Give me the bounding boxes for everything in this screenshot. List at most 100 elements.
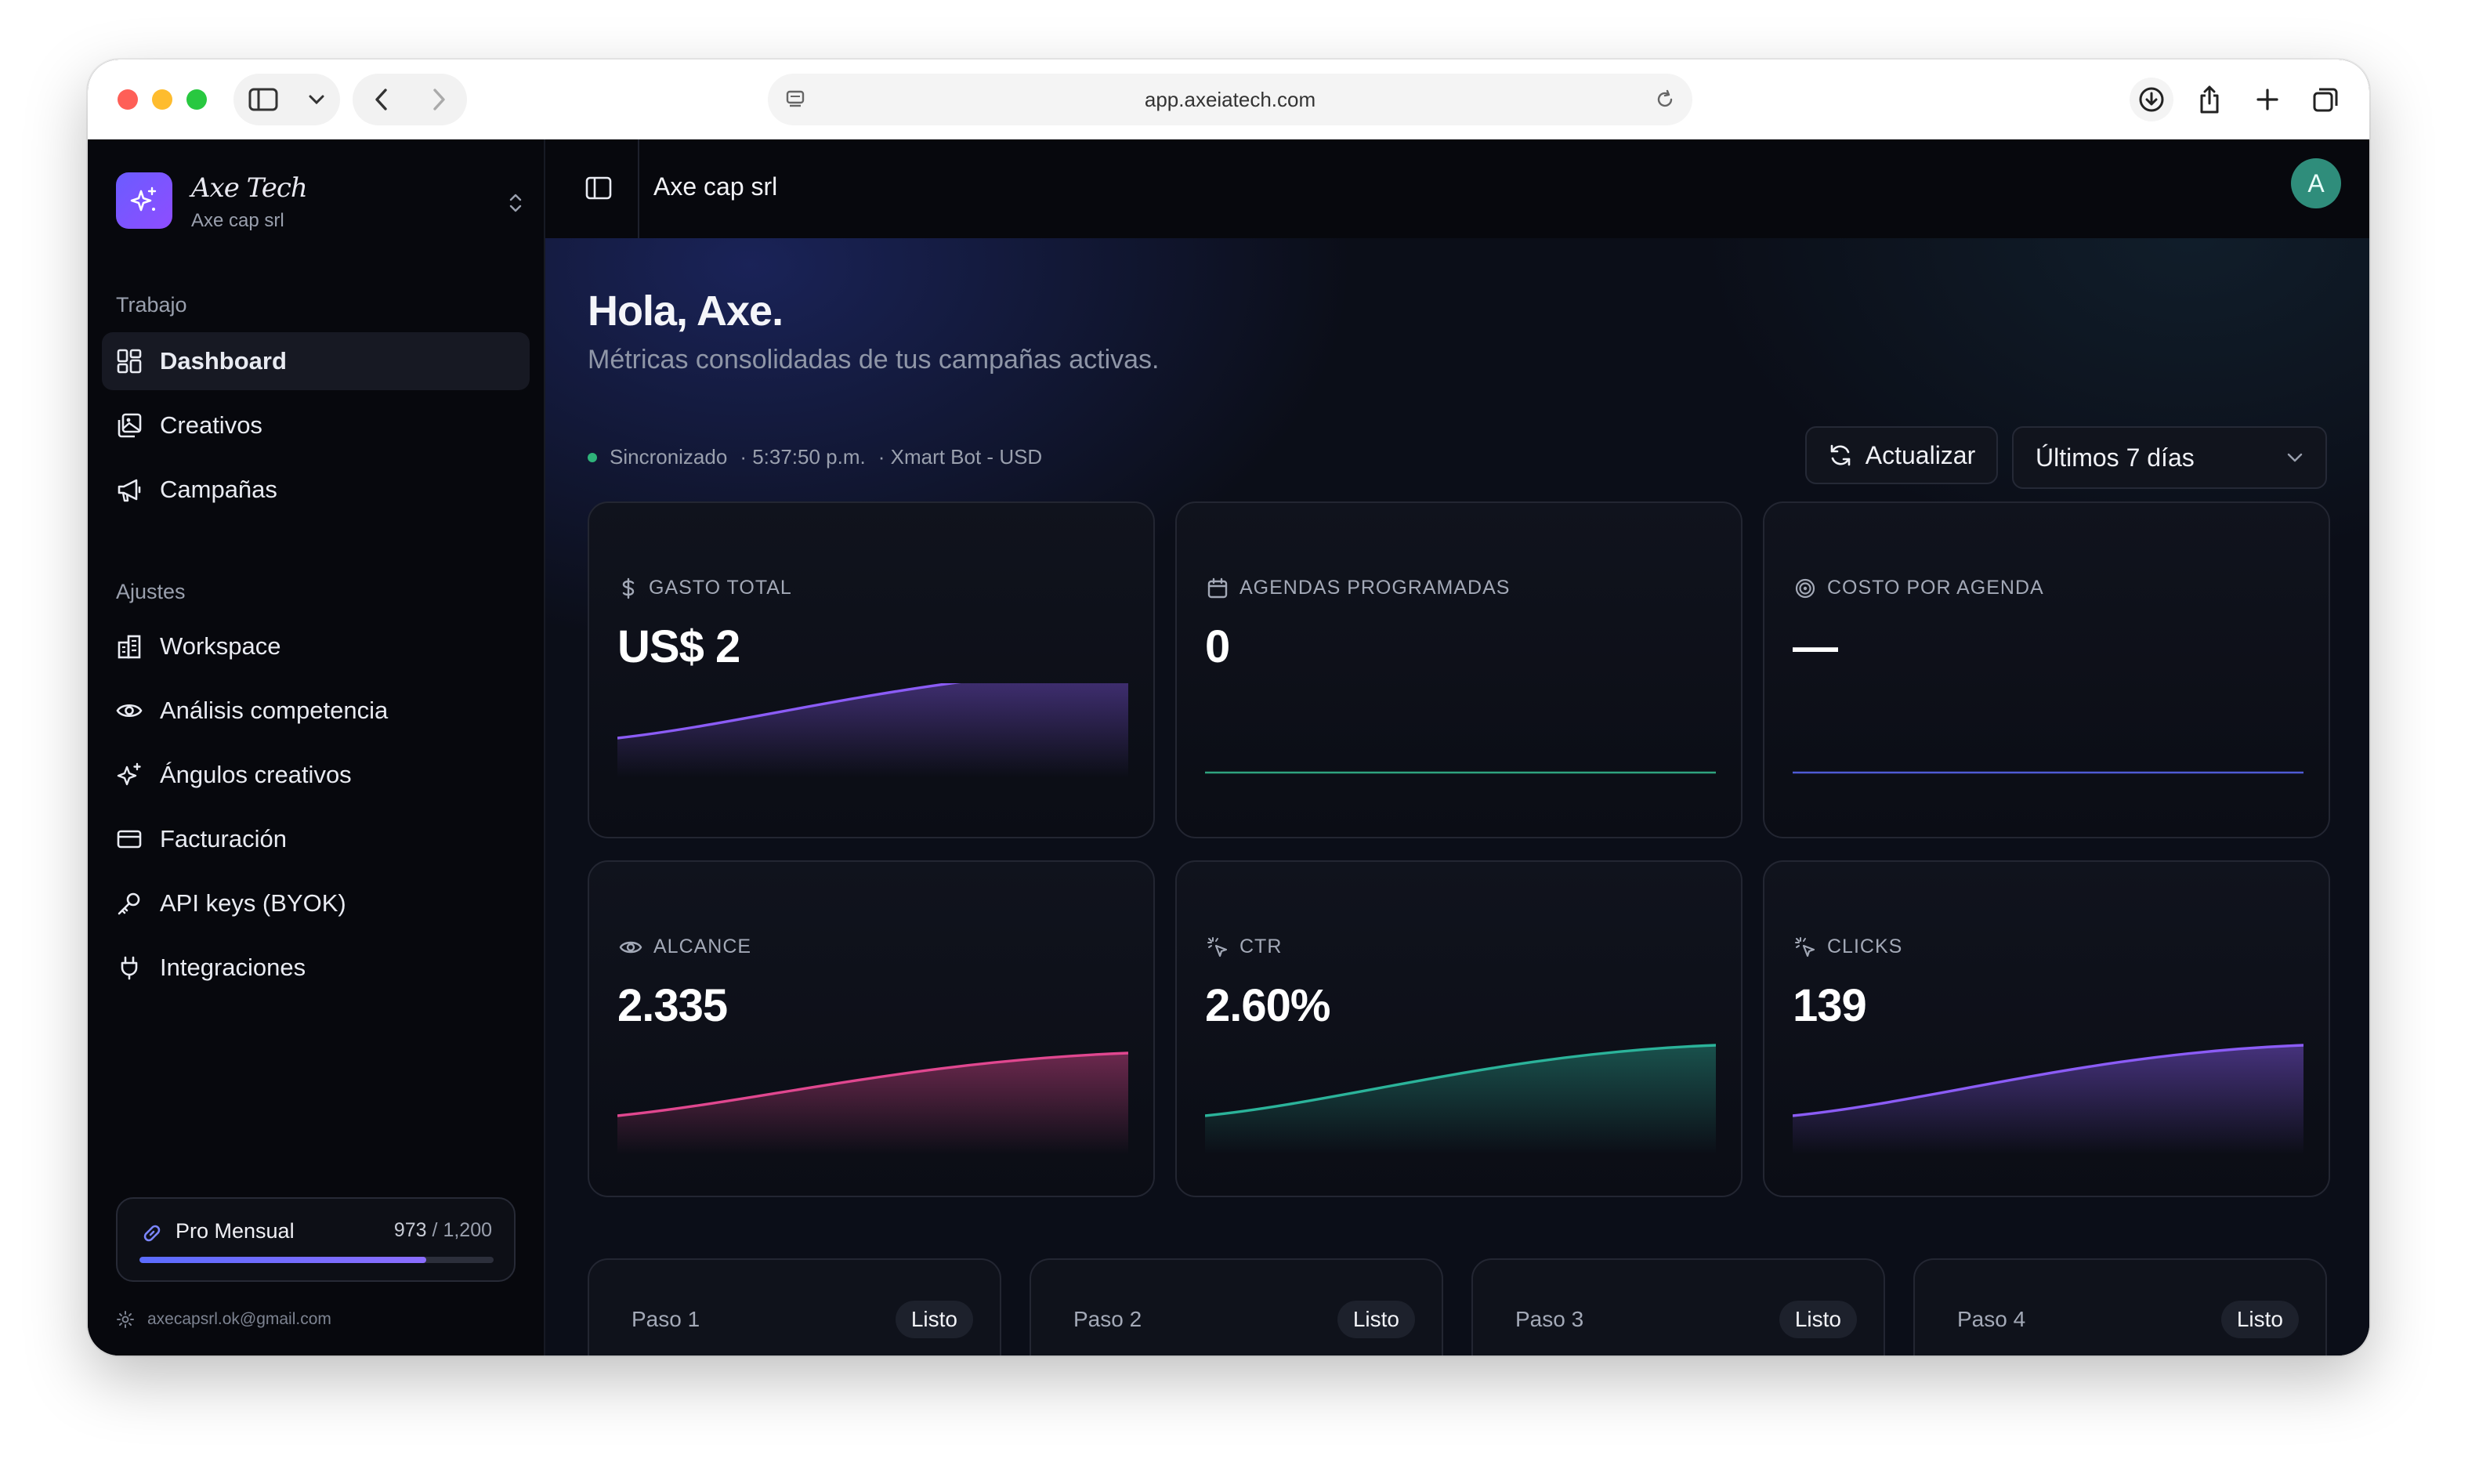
step-card-4[interactable]: Paso 4 Listo xyxy=(1913,1258,2327,1356)
cursor-click-icon xyxy=(1207,936,1228,957)
chevron-up-down-icon xyxy=(509,194,522,212)
section-label-trabajo: Trabajo xyxy=(116,293,187,317)
sparkline-area xyxy=(617,683,1128,777)
minimize-window-button[interactable] xyxy=(152,89,172,110)
page-title: Hola, Axe. xyxy=(588,288,784,335)
new-tab-button[interactable] xyxy=(2246,78,2289,121)
account-email: axecapsrl.ok@gmail.com xyxy=(147,1310,331,1328)
sidebar-item-label: Dashboard xyxy=(160,347,287,375)
step-card-1[interactable]: Paso 1 Listo xyxy=(588,1258,1001,1356)
section-label-ajustes: Ajustes xyxy=(116,580,186,603)
back-arrow-icon[interactable] xyxy=(374,88,389,111)
sparkline-alcance xyxy=(617,1051,1128,1155)
step-card-2[interactable]: Paso 2 Listo xyxy=(1030,1258,1443,1356)
account-row[interactable]: axecapsrl.ok@gmail.com xyxy=(116,1310,331,1329)
page-subtitle: Métricas consolidadas de tus campañas ac… xyxy=(588,345,1160,375)
metric-card-clicks[interactable]: CLICKS 139 xyxy=(1763,860,2330,1197)
sidebar-item-label: Integraciones xyxy=(160,954,306,981)
sparkles-icon xyxy=(130,186,157,212)
sidebar-icon xyxy=(248,88,278,111)
metric-card-ctr[interactable]: CTR 2.60% xyxy=(1175,860,1743,1197)
metric-value: US$ 2 xyxy=(617,621,740,672)
sidebar-item-api-keys[interactable]: API keys (BYOK) xyxy=(102,874,530,932)
sidebar-item-label: Análisis competencia xyxy=(160,697,389,724)
address-bar[interactable]: app.axeiatech.com xyxy=(768,74,1692,125)
close-window-button[interactable] xyxy=(118,89,138,110)
browser-window: app.axeiatech.com Axe Tech Axe cap srl T… xyxy=(88,60,2369,1356)
download-icon xyxy=(2139,87,2164,112)
metric-value: 2.60% xyxy=(1205,980,1330,1031)
tab-overview-button[interactable] xyxy=(2303,78,2347,121)
refresh-icon xyxy=(1830,444,1851,466)
brand-logo xyxy=(116,172,172,229)
building-icon xyxy=(118,635,141,659)
sidebar-item-label: Ángulos creativos xyxy=(160,761,352,788)
forward-arrow-icon[interactable] xyxy=(431,88,447,111)
step-label: Paso 2 xyxy=(1073,1307,1142,1331)
site-settings-icon[interactable] xyxy=(785,89,805,110)
sync-status: Sincronizado · 5:37:50 p.m. · Xmart Bot … xyxy=(588,445,1042,469)
sidebar-item-label: Workspace xyxy=(160,632,281,660)
sidebar-item-label: Campañas xyxy=(160,476,277,503)
plan-usage-card[interactable]: Pro Mensual 973 / 1,200 xyxy=(116,1197,516,1282)
metric-card-costo-por-agenda[interactable]: COSTO POR AGENDA — xyxy=(1763,501,2330,838)
sparkles-icon xyxy=(117,762,141,786)
workspace-switcher[interactable]: Axe Tech Axe cap srl xyxy=(116,172,523,232)
metric-value: 139 xyxy=(1793,980,1867,1031)
chevron-down-icon xyxy=(2287,453,2303,462)
sparkline-costo-por-agenda xyxy=(1793,771,2303,774)
metric-label: GASTO TOTAL xyxy=(619,577,792,599)
step-card-3[interactable]: Paso 3 Listo xyxy=(1471,1258,1885,1356)
eye-icon xyxy=(619,941,642,953)
browser-sidebar-button[interactable] xyxy=(233,74,340,125)
metric-card-agendas-programadas[interactable]: AGENDAS PROGRAMADAS 0 xyxy=(1175,501,1743,838)
metric-value: 2.335 xyxy=(617,980,728,1031)
metric-label: ALCANCE xyxy=(619,936,751,958)
reload-icon[interactable] xyxy=(1655,89,1675,110)
status-badge: Listo xyxy=(2220,1301,2299,1338)
metric-value: 0 xyxy=(1205,621,1230,672)
sparkline-gasto-total xyxy=(617,683,1128,777)
zoom-window-button[interactable] xyxy=(186,89,207,110)
plan-separator: / xyxy=(426,1219,443,1241)
browser-actions xyxy=(2130,74,2347,125)
images-icon xyxy=(118,413,142,438)
share-button[interactable] xyxy=(2188,78,2231,121)
sparkline-ctr xyxy=(1205,1044,1716,1155)
status-badge: Listo xyxy=(1779,1301,1857,1338)
metric-label: AGENDAS PROGRAMADAS xyxy=(1207,577,1510,599)
sidebar-item-facturacion[interactable]: Facturación xyxy=(102,810,530,868)
sparkline-clicks xyxy=(1793,1044,2303,1155)
metric-card-alcance[interactable]: ALCANCE 2.335 xyxy=(588,860,1155,1197)
tabs-icon xyxy=(2313,88,2338,112)
sidebar-item-integraciones[interactable]: Integraciones xyxy=(102,939,530,997)
calendar-icon xyxy=(1207,577,1228,598)
date-range-value: Últimos 7 días xyxy=(2036,443,2195,472)
sync-time: · 5:37:50 p.m. xyxy=(740,445,866,469)
browser-toolbar: app.axeiatech.com xyxy=(88,60,2369,139)
main-content: Axe cap srl A Hola, Axe. Métricas consol… xyxy=(545,139,2369,1356)
plan-limit: 1,200 xyxy=(443,1219,492,1241)
downloads-button[interactable] xyxy=(2130,78,2173,121)
sparkline-agendas-programadas xyxy=(1205,771,1716,774)
refresh-button[interactable]: Actualizar xyxy=(1805,426,1998,484)
sidebar-item-workspace[interactable]: Workspace xyxy=(102,617,530,675)
sidebar-item-angulos-creativos[interactable]: Ángulos creativos xyxy=(102,746,530,804)
date-range-select[interactable]: Últimos 7 días xyxy=(2012,426,2327,489)
credit-card-icon xyxy=(117,830,142,849)
sparkline-area xyxy=(617,1053,1128,1155)
sidebar-item-label: Creativos xyxy=(160,411,262,439)
toggle-sidebar-icon[interactable] xyxy=(584,174,613,202)
sidebar-item-campanas[interactable]: Campañas xyxy=(102,461,530,519)
ad-account: · Xmart Bot - USD xyxy=(878,445,1043,469)
avatar[interactable]: A xyxy=(2291,158,2341,208)
metric-card-gasto-total[interactable]: GASTO TOTAL US$ 2 xyxy=(588,501,1155,838)
eye-icon xyxy=(116,704,143,718)
sidebar-item-dashboard[interactable]: Dashboard xyxy=(102,332,530,390)
plan-progress-fill xyxy=(139,1257,427,1263)
sidebar-item-analisis-competencia[interactable]: Análisis competencia xyxy=(102,682,530,740)
history-navigation xyxy=(353,74,467,125)
step-label: Paso 3 xyxy=(1515,1307,1584,1331)
dashboard-icon xyxy=(117,349,142,374)
sidebar-item-creativos[interactable]: Creativos xyxy=(102,396,530,454)
